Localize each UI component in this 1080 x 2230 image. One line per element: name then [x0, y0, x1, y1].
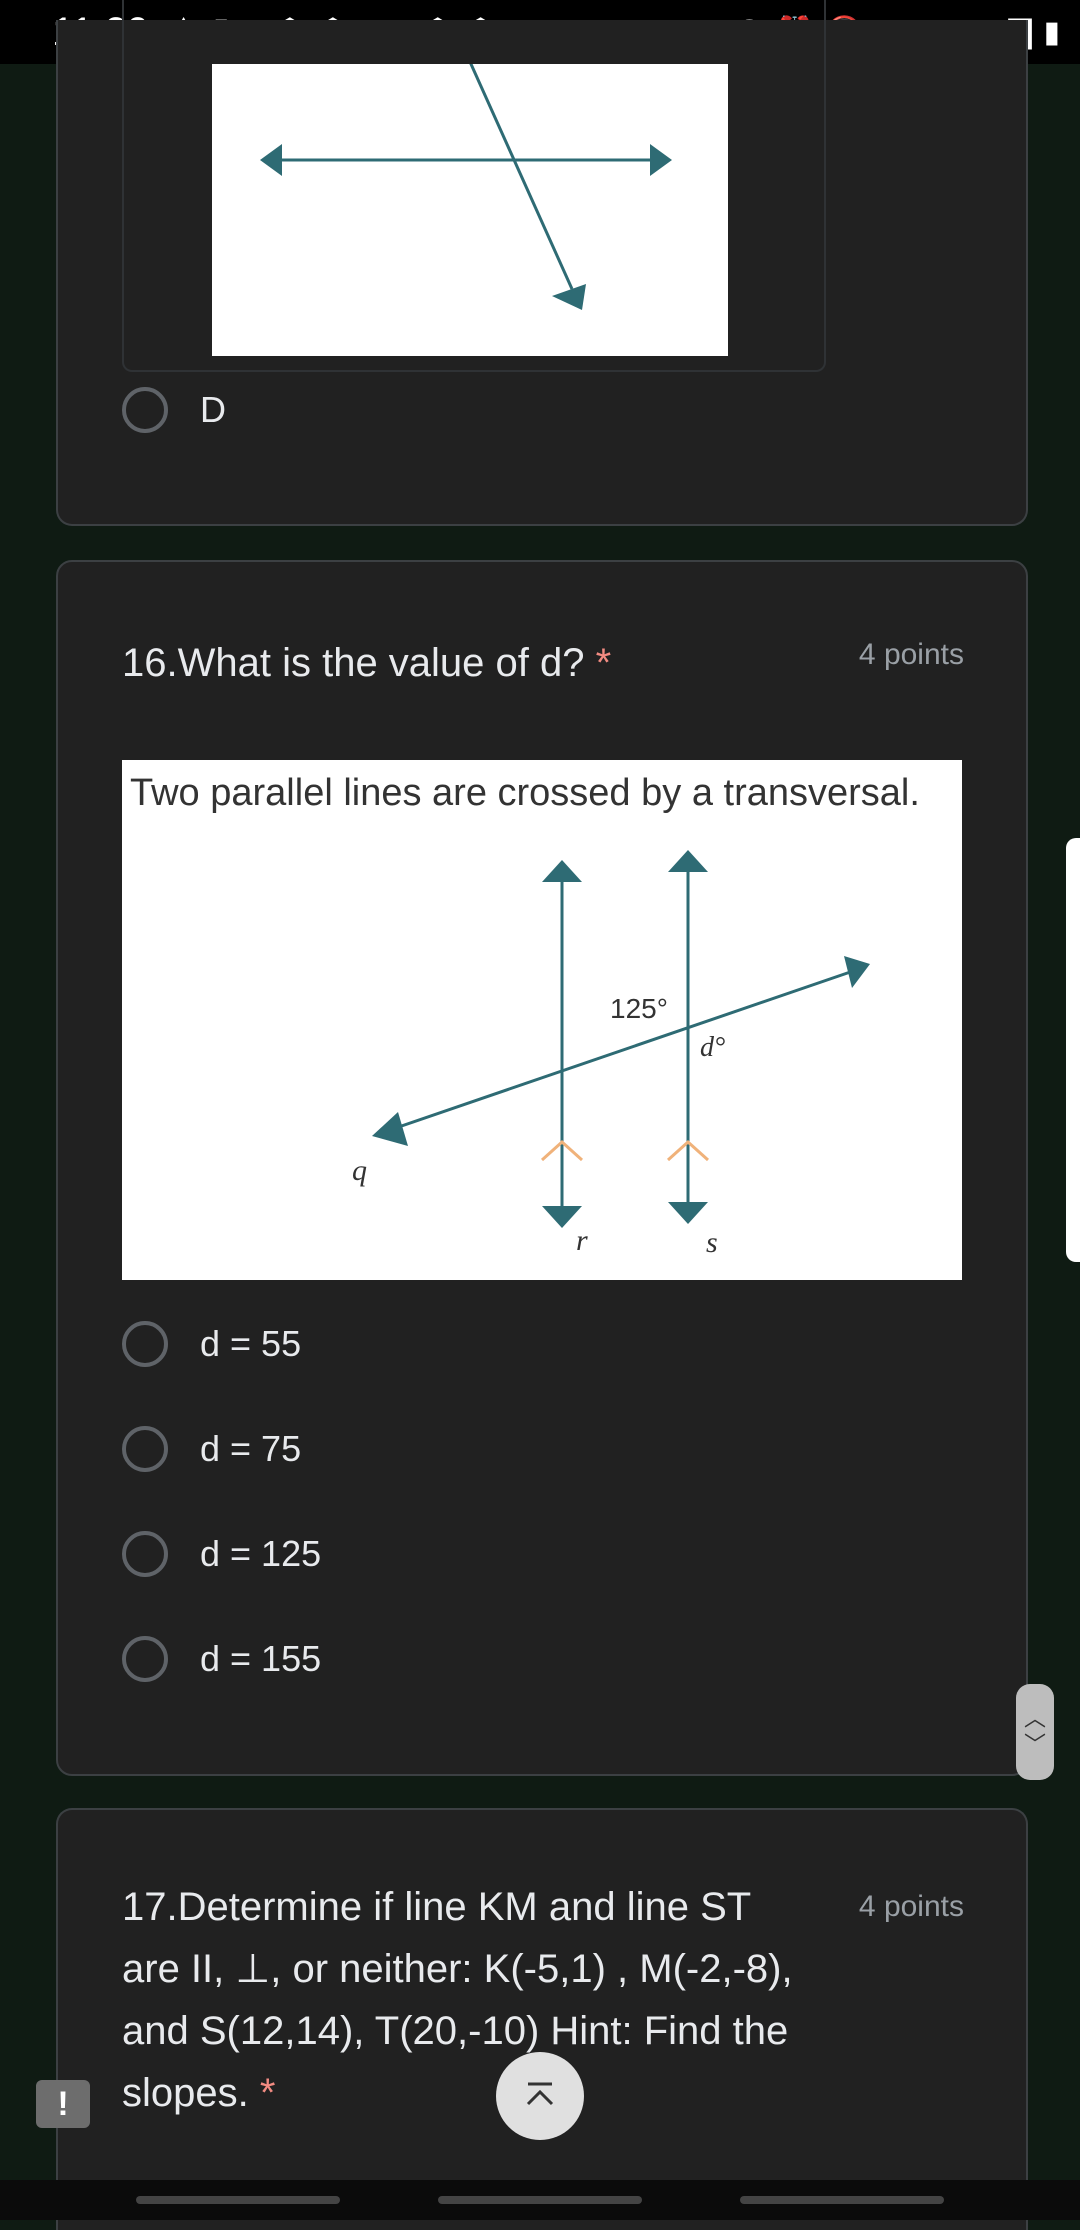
scroll-to-top-button[interactable]	[496, 2052, 584, 2140]
feedback-icon[interactable]: !	[36, 2080, 90, 2128]
angle-label: 125°	[610, 993, 668, 1024]
line-label-r: r	[576, 1224, 588, 1257]
points-label: 4 points	[858, 638, 964, 671]
points-label: 4 points	[858, 1890, 964, 1923]
option-label: d = 155	[200, 1638, 322, 1679]
option-4[interactable]: d = 155	[122, 1629, 321, 1689]
battery-icon: ▮	[1043, 15, 1060, 49]
option-label: d = 55	[200, 1323, 302, 1364]
option-3[interactable]: d = 125	[122, 1524, 321, 1584]
nav-back[interactable]	[740, 2196, 944, 2204]
option-label: d = 75	[200, 1428, 302, 1469]
lines-diagram	[260, 43, 672, 310]
required-asterisk: *	[259, 2071, 276, 2115]
system-nav-bar	[0, 2180, 1080, 2220]
line-label-q: q	[352, 1154, 367, 1187]
transversal-diagram: 125° d° q r s	[352, 850, 870, 1259]
option-2[interactable]: d = 75	[122, 1419, 301, 1479]
option-label: D	[200, 389, 226, 430]
option-1[interactable]: d = 55	[122, 1314, 301, 1374]
chevron-down-icon: ﹀	[1023, 1732, 1046, 1757]
question-card-17: 17.Determine if line KM and line ST are …	[56, 1808, 1028, 2230]
required-asterisk: *	[595, 641, 612, 685]
d-label: d°	[700, 1032, 725, 1063]
question-image: Two parallel lines are crossed by a tran…	[122, 760, 962, 1280]
edge-panel-handle[interactable]	[1066, 838, 1080, 1262]
radio-button[interactable]	[122, 1531, 168, 1577]
question-title: 17.Determine if line KM and line ST are …	[122, 1885, 793, 2115]
question-card-16: 16.What is the value of d? * 4 points Tw…	[56, 560, 1028, 1776]
fast-scroll-handle[interactable]: ︿ ﹀	[1016, 1684, 1054, 1780]
chevron-up-icon: ︿	[1023, 1706, 1046, 1731]
radio-button[interactable]	[122, 387, 168, 433]
nav-home[interactable]	[438, 2196, 642, 2204]
radio-button[interactable]	[122, 1321, 168, 1367]
line-label-s: s	[706, 1226, 718, 1259]
radio-button[interactable]	[122, 1426, 168, 1472]
option-d[interactable]: D	[122, 380, 226, 440]
scroll-top-icon	[526, 2082, 554, 2106]
question-image-lines	[212, 43, 728, 356]
question-card-previous: D	[56, 0, 1028, 526]
radio-button[interactable]	[122, 1636, 168, 1682]
question-title: 16.What is the value of d? *	[122, 641, 612, 685]
nav-recents[interactable]	[136, 2196, 340, 2204]
option-label: d = 125	[200, 1533, 322, 1574]
